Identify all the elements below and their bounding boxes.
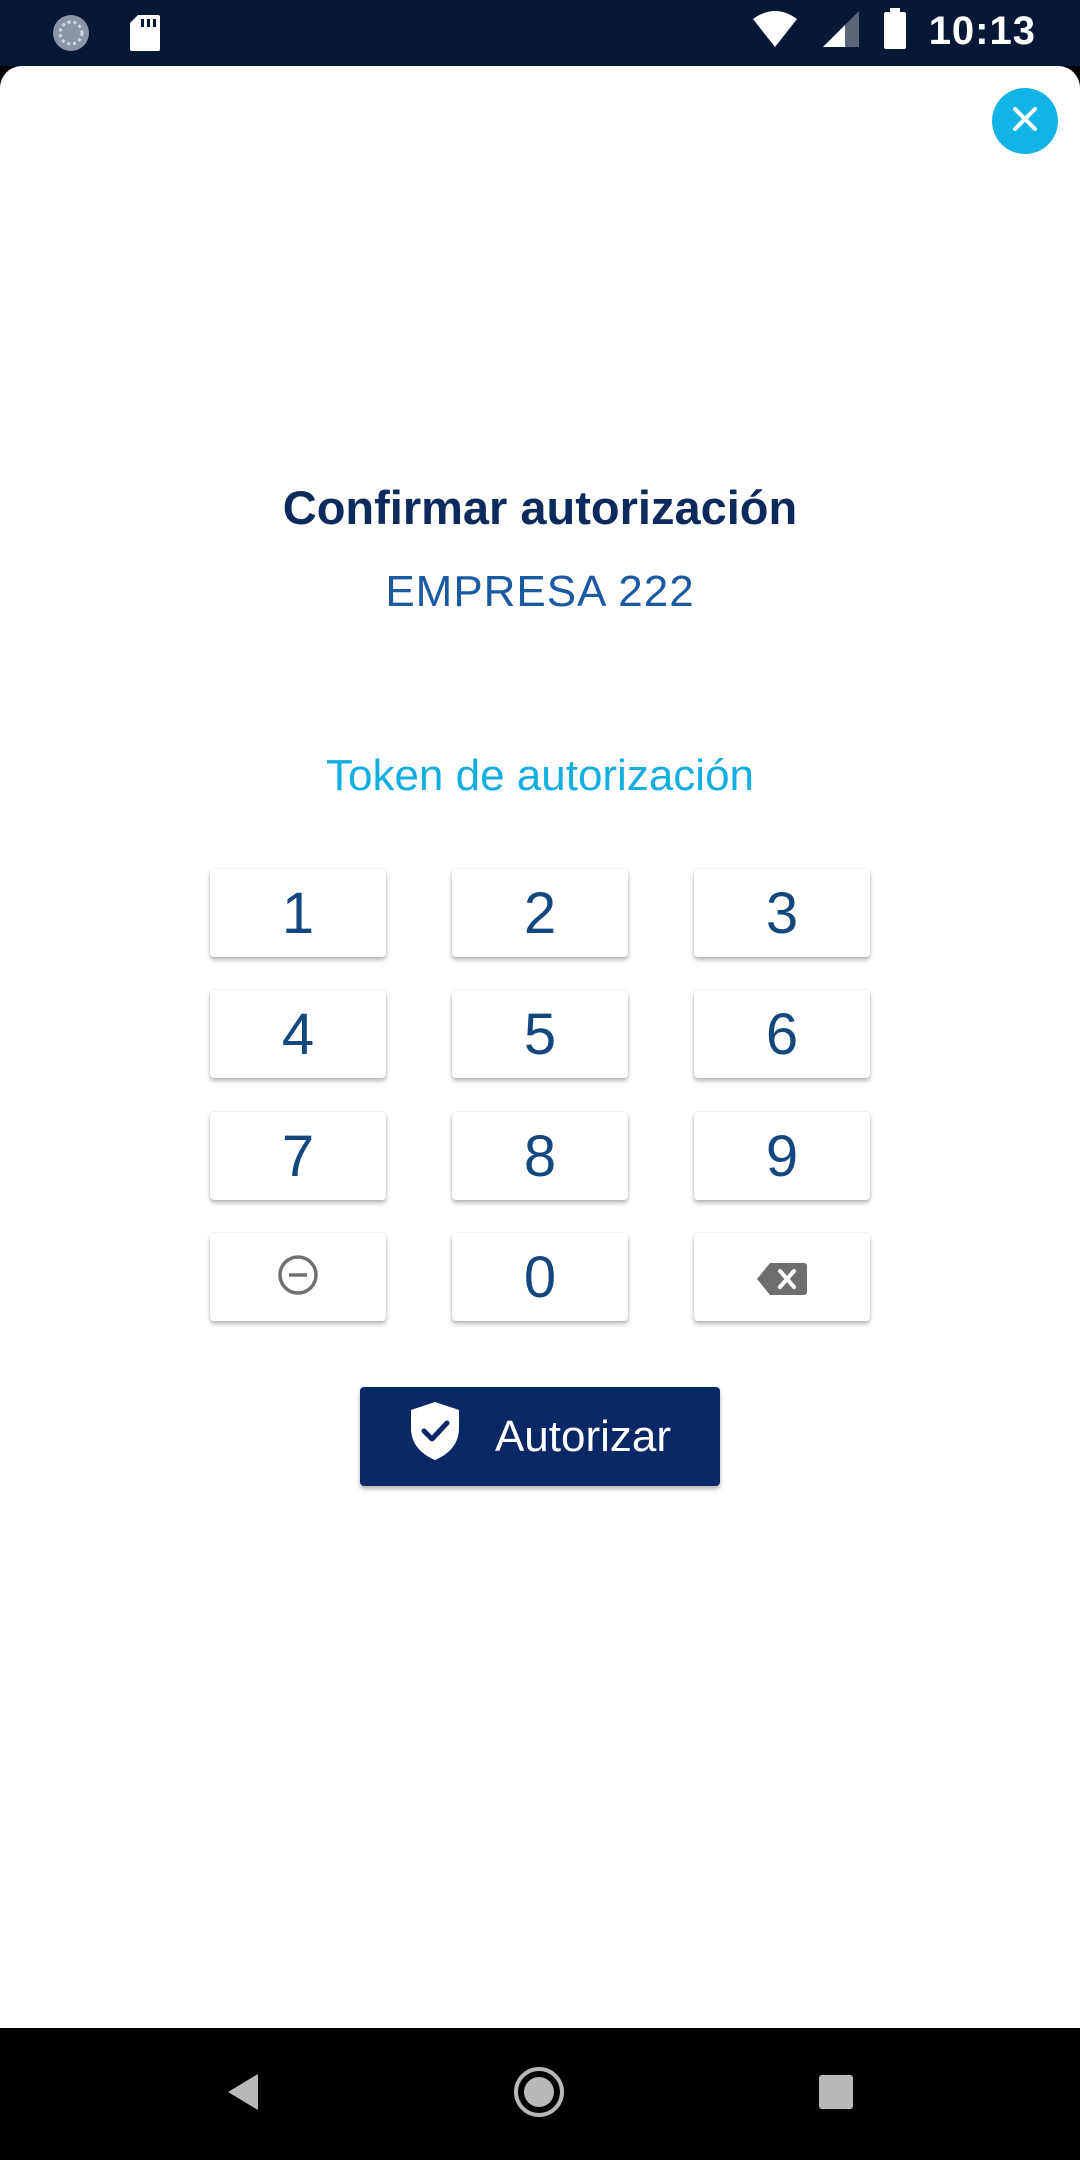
key-backspace[interactable] xyxy=(694,1233,870,1321)
key-7[interactable]: 7 xyxy=(210,1112,386,1200)
company-name: EMPRESA 222 xyxy=(385,567,695,616)
minus-circle-icon xyxy=(276,1244,320,1311)
dialog-title: Confirmar autorización xyxy=(282,481,798,534)
close-button[interactable] xyxy=(992,88,1058,154)
key-1[interactable]: 1 xyxy=(210,869,386,957)
home-icon xyxy=(511,2064,567,2125)
key-4[interactable]: 4 xyxy=(210,990,386,1078)
back-button[interactable] xyxy=(206,2058,278,2130)
key-3[interactable]: 3 xyxy=(694,869,870,957)
signal-icon xyxy=(821,9,861,54)
sd-card-icon xyxy=(128,13,162,58)
backspace-icon xyxy=(756,1244,808,1311)
status-clock: 10:13 xyxy=(928,9,1036,53)
close-icon xyxy=(1010,104,1040,139)
key-5[interactable]: 5 xyxy=(452,990,628,1078)
sync-icon xyxy=(50,12,92,59)
system-nav-bar xyxy=(0,2028,1080,2160)
wifi-icon xyxy=(751,9,799,54)
key-8[interactable]: 8 xyxy=(452,1112,628,1200)
authorize-button[interactable]: Autorizar xyxy=(360,1387,720,1486)
key-0[interactable]: 0 xyxy=(452,1233,628,1321)
status-left-icons xyxy=(50,12,162,59)
key-9[interactable]: 9 xyxy=(694,1112,870,1200)
status-bar: 10:13 xyxy=(0,0,1080,66)
shield-check-icon xyxy=(409,1400,461,1473)
home-button[interactable] xyxy=(503,2058,575,2130)
battery-icon xyxy=(883,8,907,55)
key-minus[interactable] xyxy=(210,1233,386,1321)
recents-icon xyxy=(816,2072,856,2117)
recents-button[interactable] xyxy=(800,2058,872,2130)
status-right-icons: 10:13 xyxy=(751,8,1036,55)
key-2[interactable]: 2 xyxy=(452,869,628,957)
token-label: Token de autorización xyxy=(325,751,755,800)
back-icon xyxy=(222,2070,262,2119)
key-6[interactable]: 6 xyxy=(694,990,870,1078)
authorize-button-label: Autorizar xyxy=(494,1411,672,1461)
